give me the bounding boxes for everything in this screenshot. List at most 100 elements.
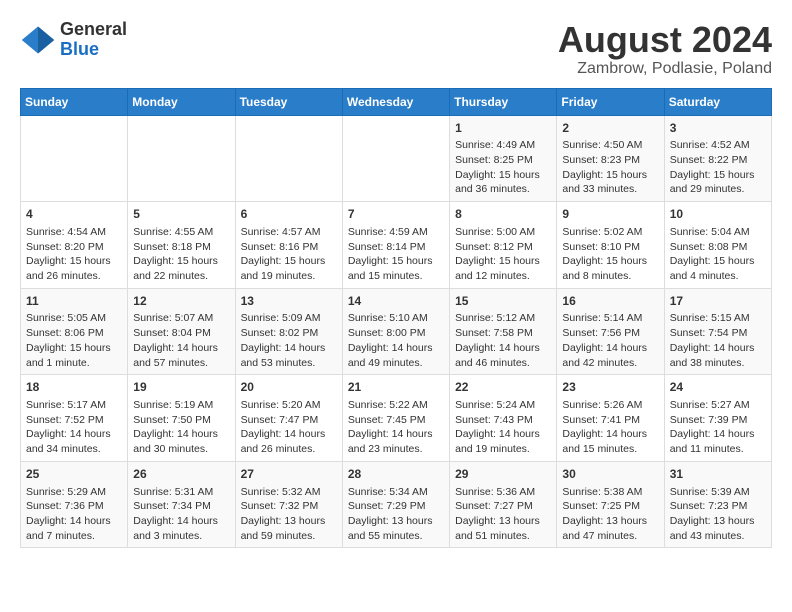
day-number: 28 bbox=[348, 466, 444, 483]
calendar-cell: 15Sunrise: 5:12 AMSunset: 7:58 PMDayligh… bbox=[450, 288, 557, 375]
weekday-header-row: SundayMondayTuesdayWednesdayThursdayFrid… bbox=[21, 88, 772, 115]
day-info-line: Sunset: 8:14 PM bbox=[348, 240, 444, 255]
day-info-line: Daylight: 14 hours bbox=[455, 427, 551, 442]
day-info-line: Sunset: 7:47 PM bbox=[241, 413, 337, 428]
day-info-line: and 43 minutes. bbox=[670, 529, 766, 544]
weekday-header-thursday: Thursday bbox=[450, 88, 557, 115]
day-number: 20 bbox=[241, 379, 337, 396]
day-info-line: Sunrise: 5:02 AM bbox=[562, 225, 658, 240]
day-info-line: Sunrise: 4:52 AM bbox=[670, 138, 766, 153]
month-year-title: August 2024 bbox=[558, 20, 772, 60]
day-info-line: Sunrise: 5:34 AM bbox=[348, 485, 444, 500]
day-info-line: and 36 minutes. bbox=[455, 182, 551, 197]
calendar-cell: 7Sunrise: 4:59 AMSunset: 8:14 PMDaylight… bbox=[342, 202, 449, 289]
calendar-cell: 6Sunrise: 4:57 AMSunset: 8:16 PMDaylight… bbox=[235, 202, 342, 289]
day-info-line: Daylight: 15 hours bbox=[133, 254, 229, 269]
weekday-header-saturday: Saturday bbox=[664, 88, 771, 115]
day-info-line: Sunrise: 5:04 AM bbox=[670, 225, 766, 240]
day-number: 12 bbox=[133, 293, 229, 310]
day-number: 5 bbox=[133, 206, 229, 223]
day-number: 7 bbox=[348, 206, 444, 223]
day-info-line: Daylight: 14 hours bbox=[133, 514, 229, 529]
day-info-line: Sunset: 7:50 PM bbox=[133, 413, 229, 428]
day-info-line: and 53 minutes. bbox=[241, 356, 337, 371]
day-info-line: Daylight: 14 hours bbox=[455, 341, 551, 356]
day-info-line: and 19 minutes. bbox=[241, 269, 337, 284]
calendar-cell: 27Sunrise: 5:32 AMSunset: 7:32 PMDayligh… bbox=[235, 461, 342, 548]
day-info-line: Daylight: 13 hours bbox=[562, 514, 658, 529]
calendar-cell: 10Sunrise: 5:04 AMSunset: 8:08 PMDayligh… bbox=[664, 202, 771, 289]
day-number: 4 bbox=[26, 206, 122, 223]
day-info-line: Sunrise: 5:22 AM bbox=[348, 398, 444, 413]
day-info-line: Sunset: 7:32 PM bbox=[241, 499, 337, 514]
day-info-line: Sunrise: 5:24 AM bbox=[455, 398, 551, 413]
day-info-line: Sunrise: 5:20 AM bbox=[241, 398, 337, 413]
day-info-line: Daylight: 14 hours bbox=[241, 427, 337, 442]
day-info-line: Sunset: 8:04 PM bbox=[133, 326, 229, 341]
weekday-header-tuesday: Tuesday bbox=[235, 88, 342, 115]
day-info-line: Sunrise: 5:29 AM bbox=[26, 485, 122, 500]
day-number: 31 bbox=[670, 466, 766, 483]
day-info-line: Sunset: 8:16 PM bbox=[241, 240, 337, 255]
day-info-line: Sunset: 8:12 PM bbox=[455, 240, 551, 255]
day-info-line: Sunrise: 5:07 AM bbox=[133, 311, 229, 326]
day-number: 27 bbox=[241, 466, 337, 483]
day-info-line: and 57 minutes. bbox=[133, 356, 229, 371]
day-info-line: and 19 minutes. bbox=[455, 442, 551, 457]
weekday-header-friday: Friday bbox=[557, 88, 664, 115]
day-info-line: Sunrise: 5:19 AM bbox=[133, 398, 229, 413]
logo: General Blue bbox=[20, 20, 127, 60]
day-info-line: Daylight: 14 hours bbox=[670, 341, 766, 356]
day-info-line: Sunrise: 4:49 AM bbox=[455, 138, 551, 153]
calendar-cell: 21Sunrise: 5:22 AMSunset: 7:45 PMDayligh… bbox=[342, 375, 449, 462]
day-info-line: Sunrise: 5:36 AM bbox=[455, 485, 551, 500]
day-number: 13 bbox=[241, 293, 337, 310]
day-info-line: Daylight: 14 hours bbox=[26, 427, 122, 442]
day-number: 11 bbox=[26, 293, 122, 310]
calendar-cell: 16Sunrise: 5:14 AMSunset: 7:56 PMDayligh… bbox=[557, 288, 664, 375]
calendar-cell: 11Sunrise: 5:05 AMSunset: 8:06 PMDayligh… bbox=[21, 288, 128, 375]
day-info-line: Daylight: 13 hours bbox=[670, 514, 766, 529]
weekday-header-wednesday: Wednesday bbox=[342, 88, 449, 115]
calendar-week-3: 11Sunrise: 5:05 AMSunset: 8:06 PMDayligh… bbox=[21, 288, 772, 375]
calendar-week-1: 1Sunrise: 4:49 AMSunset: 8:25 PMDaylight… bbox=[21, 115, 772, 202]
day-info-line: Sunset: 7:36 PM bbox=[26, 499, 122, 514]
day-number: 26 bbox=[133, 466, 229, 483]
calendar-week-5: 25Sunrise: 5:29 AMSunset: 7:36 PMDayligh… bbox=[21, 461, 772, 548]
calendar-cell: 23Sunrise: 5:26 AMSunset: 7:41 PMDayligh… bbox=[557, 375, 664, 462]
day-info-line: and 15 minutes. bbox=[562, 442, 658, 457]
day-number: 24 bbox=[670, 379, 766, 396]
calendar-cell: 30Sunrise: 5:38 AMSunset: 7:25 PMDayligh… bbox=[557, 461, 664, 548]
calendar-cell: 20 Sunrise: 5:20 AMSunset: 7:47 PMDayligh… bbox=[235, 375, 342, 462]
day-number: 14 bbox=[348, 293, 444, 310]
day-info-line: Sunset: 7:54 PM bbox=[670, 326, 766, 341]
day-info-line: Sunrise: 5:05 AM bbox=[26, 311, 122, 326]
day-info-line: Daylight: 15 hours bbox=[348, 254, 444, 269]
day-info-line: Sunrise: 5:26 AM bbox=[562, 398, 658, 413]
day-info-line: Sunrise: 5:31 AM bbox=[133, 485, 229, 500]
day-info-line: and 8 minutes. bbox=[562, 269, 658, 284]
day-info-line: and 38 minutes. bbox=[670, 356, 766, 371]
day-info-line: and 46 minutes. bbox=[455, 356, 551, 371]
day-info-line: Sunrise: 5:15 AM bbox=[670, 311, 766, 326]
day-info-line: and 55 minutes. bbox=[348, 529, 444, 544]
day-number: 29 bbox=[455, 466, 551, 483]
day-number: 2 bbox=[562, 120, 658, 137]
day-info-line: Daylight: 14 hours bbox=[670, 427, 766, 442]
day-info-line: Daylight: 15 hours bbox=[26, 254, 122, 269]
day-info-line: Sunrise: 5:38 AM bbox=[562, 485, 658, 500]
day-info-line: Sunset: 8:08 PM bbox=[670, 240, 766, 255]
day-number: 17 bbox=[670, 293, 766, 310]
calendar-cell: 28Sunrise: 5:34 AMSunset: 7:29 PMDayligh… bbox=[342, 461, 449, 548]
day-info-line: Sunrise: 5:12 AM bbox=[455, 311, 551, 326]
calendar-week-4: 18Sunrise: 5:17 AMSunset: 7:52 PMDayligh… bbox=[21, 375, 772, 462]
day-info-line: Sunrise: 5:00 AM bbox=[455, 225, 551, 240]
day-info-line: Daylight: 15 hours bbox=[241, 254, 337, 269]
weekday-header-sunday: Sunday bbox=[21, 88, 128, 115]
day-info-line: Sunset: 7:27 PM bbox=[455, 499, 551, 514]
calendar-cell: 3Sunrise: 4:52 AMSunset: 8:22 PMDaylight… bbox=[664, 115, 771, 202]
day-info-line: Daylight: 14 hours bbox=[348, 341, 444, 356]
day-info-line: Sunrise: 4:50 AM bbox=[562, 138, 658, 153]
day-info-line: Sunset: 7:41 PM bbox=[562, 413, 658, 428]
day-number: 16 bbox=[562, 293, 658, 310]
